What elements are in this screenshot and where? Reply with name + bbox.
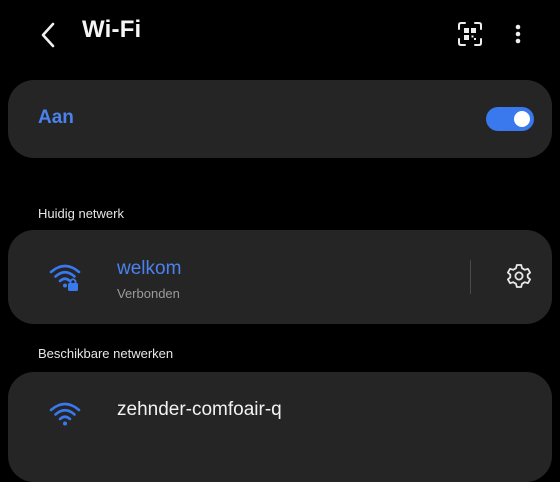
divider <box>470 260 471 294</box>
qr-scan-icon <box>458 22 482 46</box>
network-settings-button[interactable] <box>504 261 534 291</box>
qr-scan-button[interactable] <box>455 19 485 49</box>
page-title: Wi-Fi <box>82 16 142 43</box>
current-network-status: Verbonden <box>117 286 180 301</box>
available-networks-card: zehnder-comfoair-q <box>8 372 552 482</box>
wifi-toggle-label: Aan <box>38 107 74 128</box>
back-button[interactable] <box>34 20 64 50</box>
toggle-knob <box>514 111 530 127</box>
wifi-toggle-card[interactable]: Aan <box>8 80 552 158</box>
current-network-card[interactable]: welkom Verbonden <box>8 230 552 324</box>
network-name: zehnder-comfoair-q <box>117 399 282 420</box>
app-bar: Wi-Fi <box>0 0 560 70</box>
chevron-left-icon <box>41 22 55 48</box>
wifi-toggle-switch[interactable] <box>486 107 534 131</box>
wifi-icon <box>48 398 82 432</box>
more-vertical-icon <box>515 24 521 44</box>
gear-icon <box>507 264 531 288</box>
wifi-locked-icon <box>48 260 82 294</box>
more-options-button[interactable] <box>508 19 528 49</box>
current-network-name: welkom <box>117 258 182 279</box>
current-network-section-label: Huidig netwerk <box>38 206 124 221</box>
available-networks-section-label: Beschikbare netwerken <box>38 346 174 361</box>
network-list-item[interactable]: zehnder-comfoair-q <box>8 372 552 452</box>
